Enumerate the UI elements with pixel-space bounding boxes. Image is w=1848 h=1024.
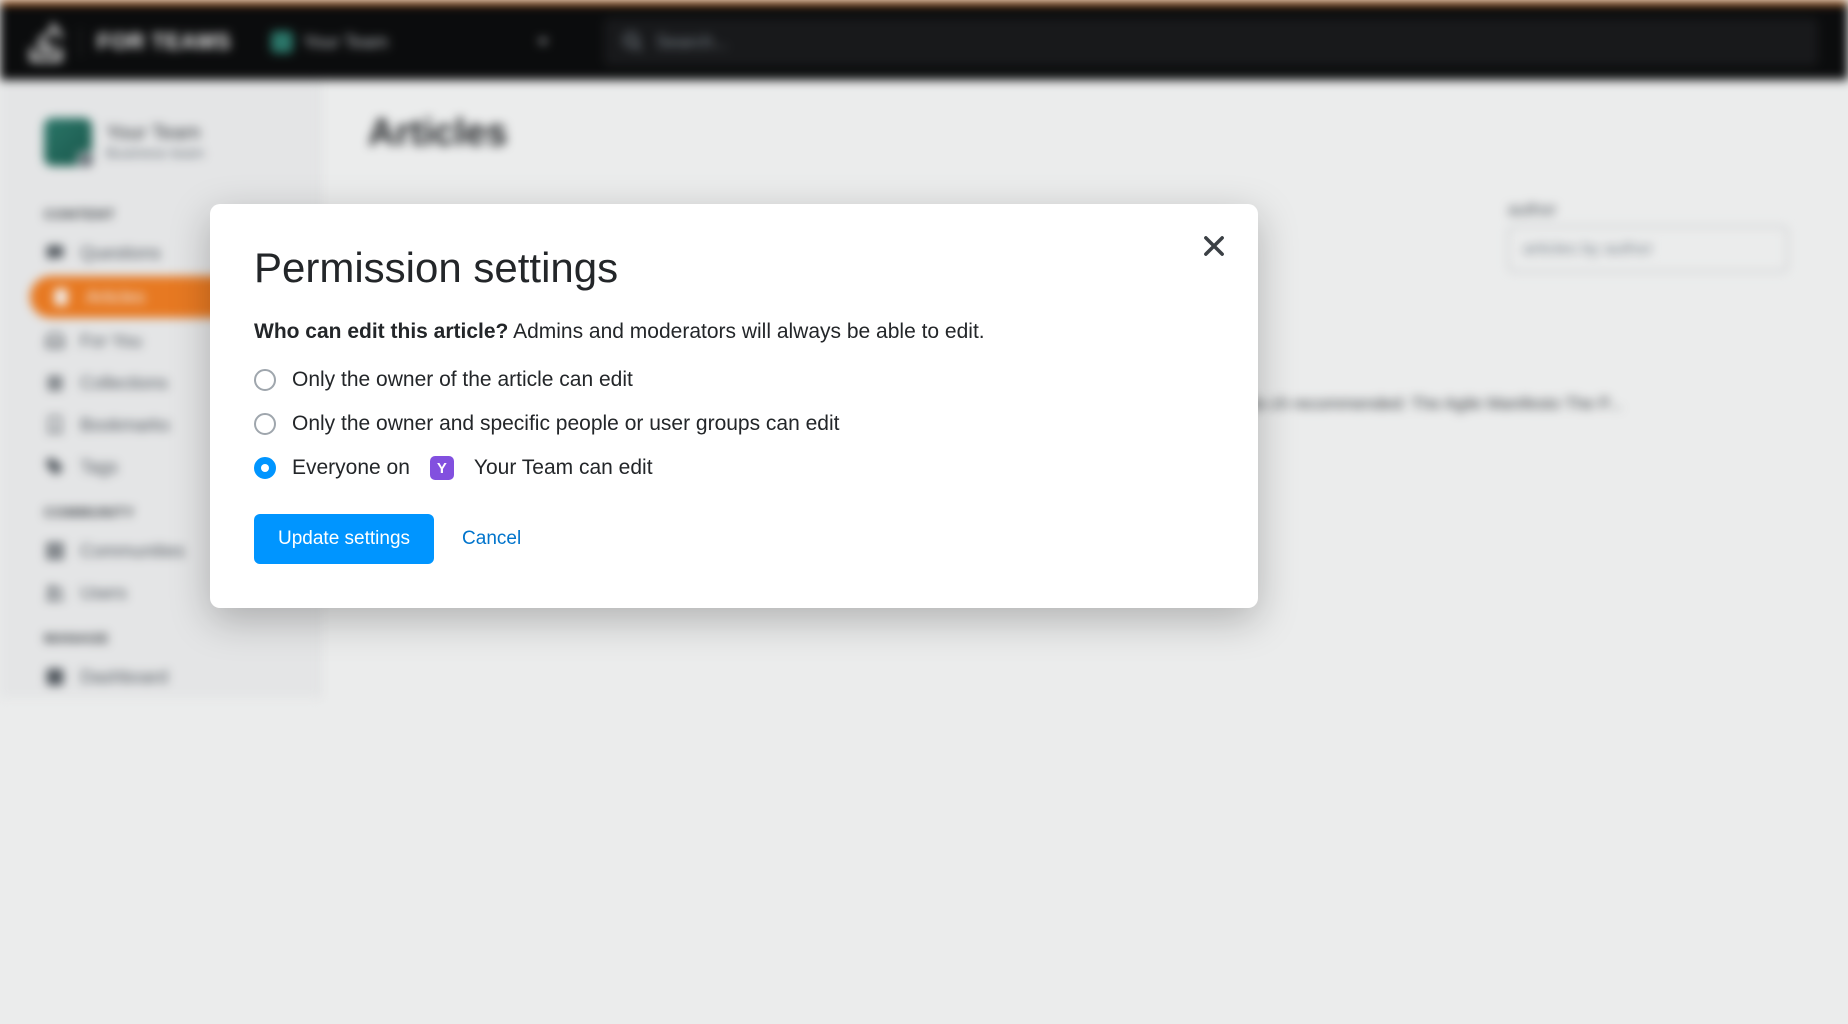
modal-title: Permission settings [254,244,1214,292]
modal-description: Who can edit this article? Admins and mo… [254,320,1214,344]
cancel-button[interactable]: Cancel [462,528,521,550]
modal-note: Admins and moderators will always be abl… [513,320,985,343]
modal-question: Who can edit this article? [254,320,508,343]
radio-group: Only the owner of the article can edit O… [254,368,1214,480]
radio-option-everyone[interactable]: Everyone on Y Your Team can edit [254,456,1214,480]
permission-settings-modal: Permission settings Who can edit this ar… [210,204,1258,608]
close-icon[interactable] [1200,232,1228,260]
team-chip-icon: Y [430,456,454,480]
radio-label: Only the owner and specific people or us… [292,412,840,436]
radio-icon [254,369,276,391]
radio-label-suffix: Your Team can edit [474,456,653,480]
radio-option-specific[interactable]: Only the owner and specific people or us… [254,412,1214,436]
modal-actions: Update settings Cancel [254,514,1214,564]
update-settings-button[interactable]: Update settings [254,514,434,564]
radio-option-owner[interactable]: Only the owner of the article can edit [254,368,1214,392]
radio-icon [254,413,276,435]
radio-label-prefix: Everyone on [292,456,410,480]
radio-icon [254,457,276,479]
radio-label: Only the owner of the article can edit [292,368,633,392]
